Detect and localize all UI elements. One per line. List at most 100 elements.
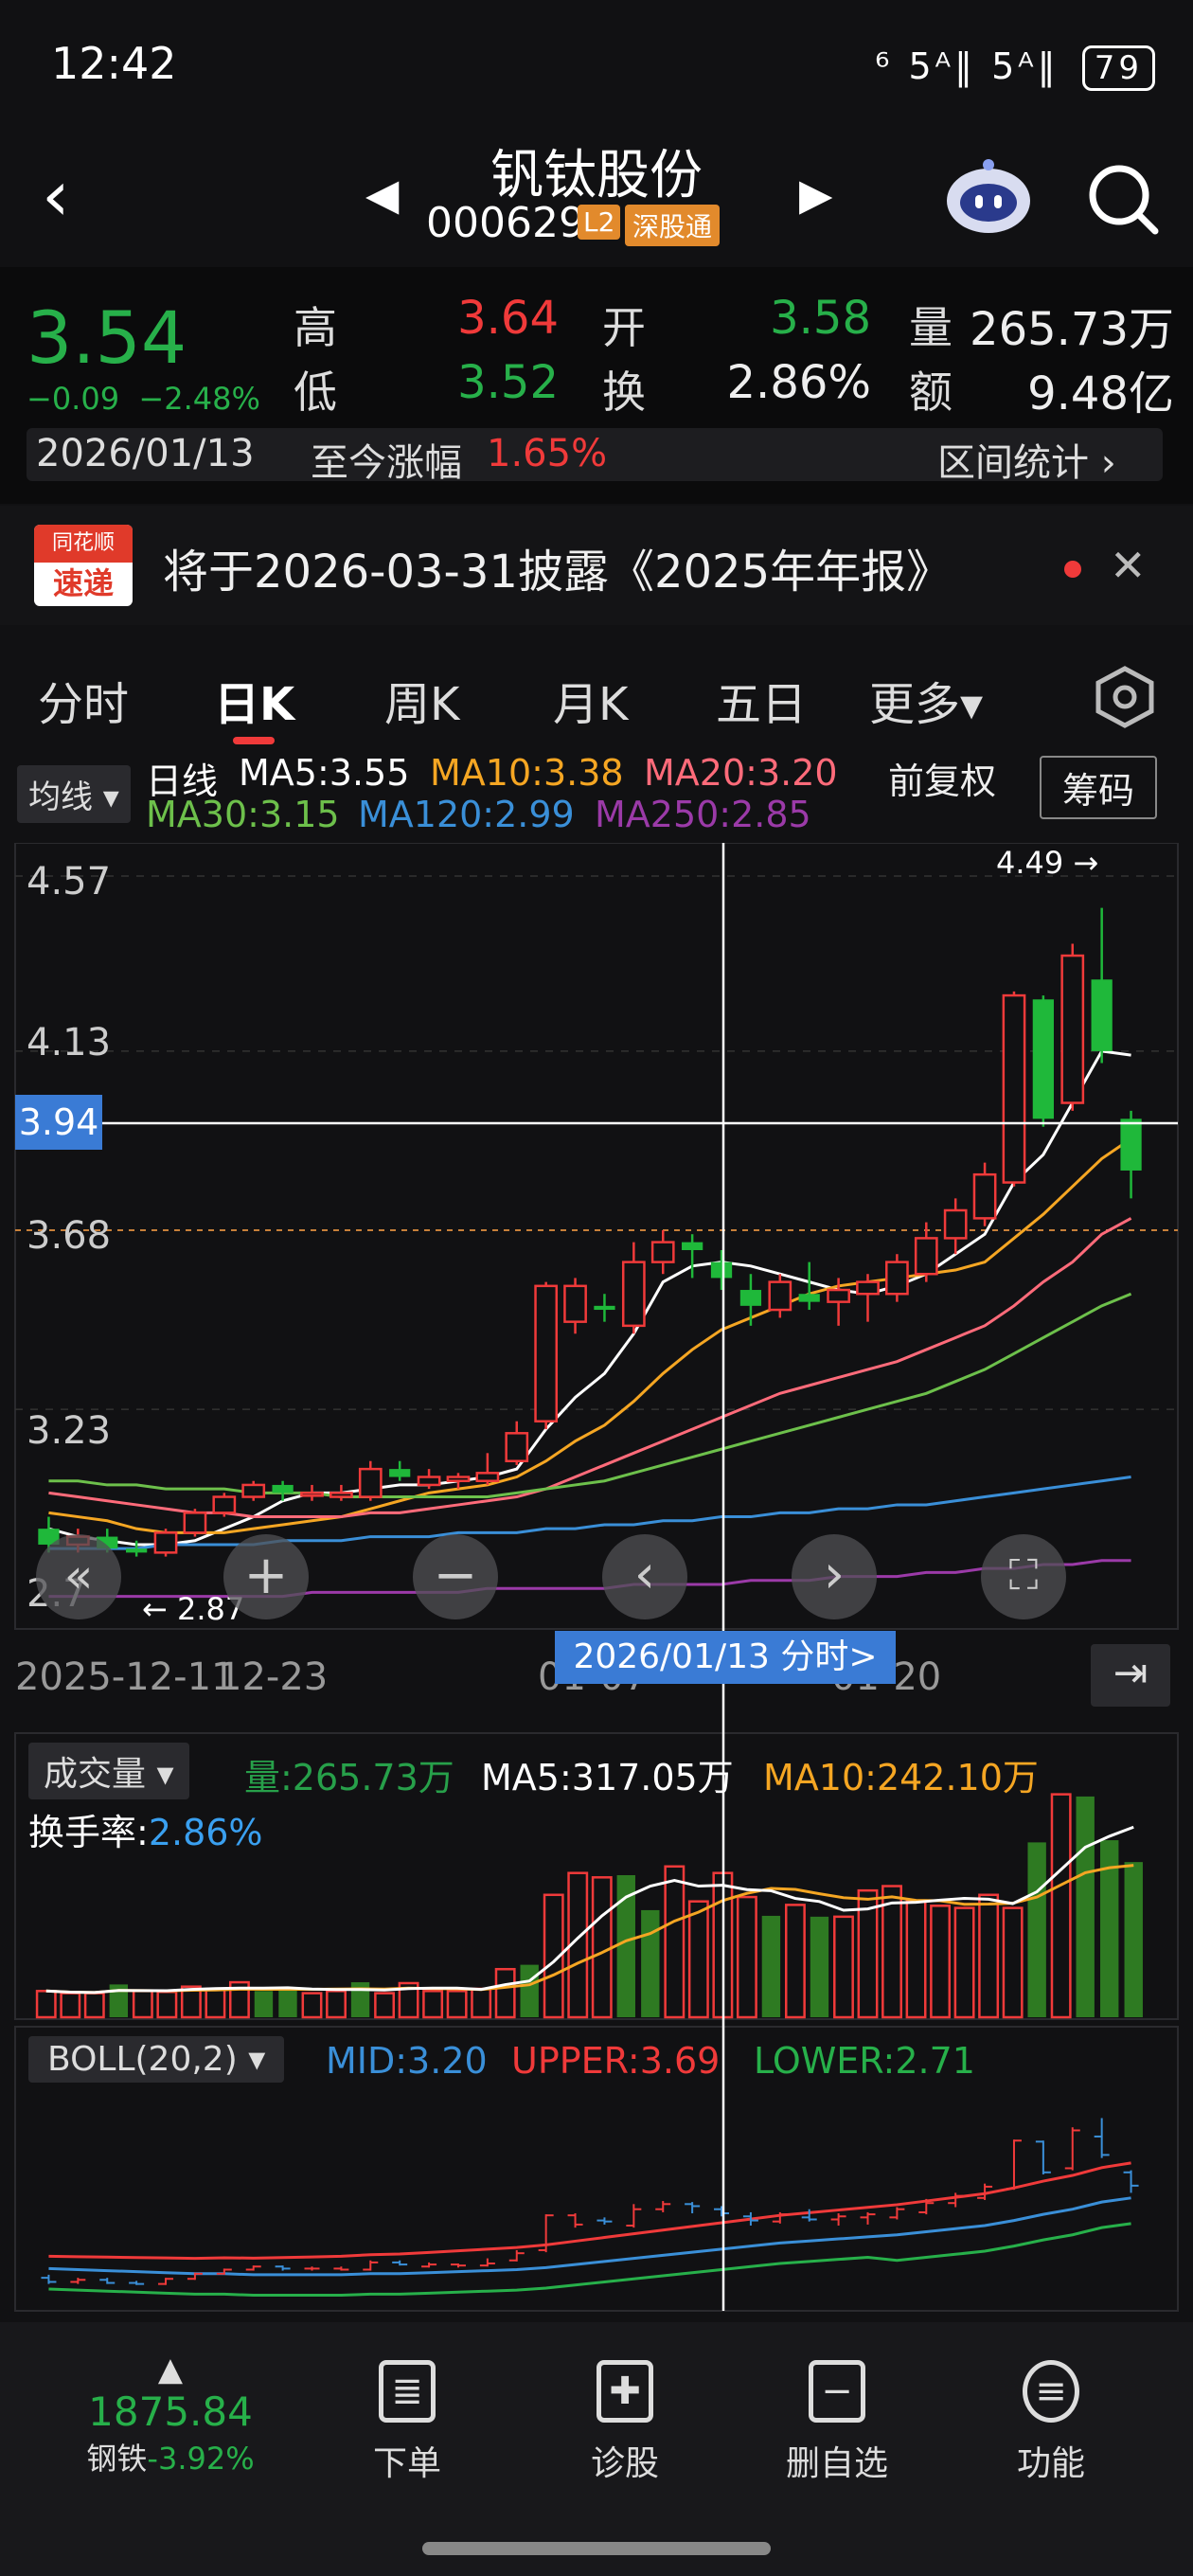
turnover-rate-label: 换手率:2.86% (28, 1803, 263, 1855)
x-tick-label: 2025-12-11 (15, 1655, 236, 1699)
diagnose-label: 诊股 (590, 2444, 659, 2483)
sector-index[interactable]: ▲ 1875.84 钢铁-3.92% (57, 2351, 284, 2478)
next-stock-icon[interactable]: ▶ (799, 169, 832, 220)
document-icon: ≣ (379, 2360, 436, 2423)
candle-body (943, 1208, 968, 1240)
cursor-date-label[interactable]: 2026/01/13 分时> (555, 1631, 896, 1684)
volume-bar (156, 1990, 178, 2019)
tab-five-day[interactable]: 五日 (716, 667, 807, 733)
range-stat-link[interactable]: 区间统计 › (937, 432, 1116, 487)
move-left-icon[interactable]: ‹ (602, 1534, 687, 1619)
volume-indicator-dropdown[interactable]: 成交量 ▾ (28, 1743, 189, 1799)
volume-bar (35, 1990, 57, 2019)
volume-ma5-value: MA5:317.05万 (481, 1757, 734, 1798)
since-percent: 1.65% (487, 432, 608, 475)
volume-bar (1050, 1793, 1072, 2019)
boll-upper-line (48, 2161, 1131, 2261)
cursor-price-label: 3.94 (15, 1095, 102, 1150)
robot-assistant-icon[interactable] (943, 157, 1034, 239)
move-right-icon[interactable]: › (792, 1534, 877, 1619)
volume-ma10-value: MA10:242.10万 (763, 1757, 1039, 1798)
candle-body (417, 1476, 441, 1487)
tab-monthly-k[interactable]: 月K (553, 667, 628, 733)
boll-mid-line (48, 2196, 1131, 2277)
chip-button[interactable]: 筹码 (1040, 756, 1158, 819)
remove-watchlist-button[interactable]: − 删自选 (742, 2360, 932, 2485)
tab-daily-k[interactable]: 日K (214, 667, 294, 733)
volume-bar (278, 1990, 297, 2017)
news-banner[interactable]: 同花顺 速递 将于2026-03-31披露《2025年年报》 ✕ (0, 506, 1193, 625)
indicator-dropdown[interactable]: 均线 ▾ (17, 765, 131, 823)
functions-button[interactable]: ≡ 功能 (956, 2360, 1146, 2485)
candle-body (1060, 954, 1085, 1104)
tab-intraday[interactable]: 分时 (38, 667, 129, 733)
volume-bar (132, 1990, 153, 2019)
quote-panel: 3.54 −0.09 −2.48% 高 3.64 低 3.52 开 3.58 换… (0, 267, 1193, 504)
status-bar: 12:42 ⁶ 5ᴬ‖ 5ᴬ‖ 79 (0, 0, 1193, 133)
close-icon[interactable]: ✕ (1110, 540, 1147, 591)
volume-bar (664, 1865, 686, 2019)
battery-icon: 79 (1081, 45, 1155, 91)
volume-bar (60, 1992, 81, 2019)
tab-weekly-k[interactable]: 周K (384, 667, 459, 733)
boll-lower-value: LOWER:2.71 (754, 2040, 975, 2082)
volume-bar (930, 1905, 952, 2019)
search-icon[interactable] (1083, 159, 1163, 239)
volume-bar (374, 1992, 396, 2019)
signal-icon: ⁶ 5ᴬ‖ 5ᴬ‖ (875, 45, 1059, 87)
current-price: 3.54 (27, 295, 187, 380)
news-logo: 同花顺 速递 (34, 525, 133, 606)
home-indicator[interactable] (422, 2542, 771, 2555)
unread-dot-icon (1064, 561, 1081, 578)
candle-body (272, 1484, 294, 1494)
volume-bar (422, 1990, 444, 2019)
range-stat-row[interactable]: 2026/01/13 至今涨幅 1.65% 区间统计 › (27, 428, 1163, 485)
connect-badge[interactable]: 深股通 (625, 205, 721, 246)
volume-bar (810, 1916, 829, 2017)
volume-bar (1002, 1906, 1024, 2019)
volume-bar (254, 1991, 274, 2017)
y-tick-label: 4.57 (27, 860, 112, 903)
candle-body (183, 1512, 207, 1534)
volume-label: 量 (909, 302, 953, 353)
candle-body (153, 1531, 178, 1554)
candle-body (914, 1237, 938, 1276)
remove-watchlist-label: 删自选 (785, 2444, 888, 2483)
order-button[interactable]: ≣ 下单 (312, 2360, 502, 2485)
volume-bar (761, 1915, 781, 2017)
volume-bar (494, 1967, 516, 2019)
range-stat-label: 区间统计 (937, 441, 1089, 485)
scroll-start-icon[interactable]: « (36, 1534, 121, 1619)
volume-bar (301, 1992, 323, 2019)
tab-more[interactable]: 更多▾ (869, 667, 983, 733)
candle-body (358, 1467, 383, 1498)
ma250-value: MA250:2.85 (595, 794, 811, 835)
candle-body (1002, 993, 1026, 1184)
candle-body (768, 1280, 792, 1312)
volume-bar (83, 1992, 105, 2019)
candle-body (241, 1483, 266, 1498)
news-text[interactable]: 将于2026-03-31披露《2025年年报》 (163, 534, 952, 600)
jump-latest-icon[interactable]: ⇥ (1091, 1644, 1170, 1707)
diagnose-button[interactable]: ✚ 诊股 (530, 2360, 720, 2485)
fullscreen-icon[interactable]: ⛶ (981, 1534, 1066, 1619)
status-icons: ⁶ 5ᴬ‖ 5ᴬ‖ 79 (875, 45, 1155, 91)
adjust-mode[interactable]: 前复权 (888, 752, 996, 804)
sector-name: 钢铁 (86, 2441, 148, 2477)
candle-body (475, 1472, 500, 1482)
zoom-out-icon[interactable]: − (413, 1534, 498, 1619)
l2-badge[interactable]: L2 (578, 205, 621, 240)
logo-top-text: 同花顺 (34, 525, 133, 563)
boll-indicator-dropdown[interactable]: BOLL(20,2) ▾ (28, 2036, 285, 2083)
amount-label: 额 (909, 367, 953, 418)
ma-line-ma10 (48, 1137, 1132, 1534)
stock-code: 000629 (426, 199, 585, 247)
active-tab-indicator (233, 737, 275, 744)
candle-body (798, 1294, 820, 1302)
volume-legend-value: 量:265.73万 (244, 1757, 454, 1798)
ma-line-ma20 (48, 1217, 1132, 1519)
menu-circle-icon: ≡ (1023, 2360, 1079, 2423)
settings-hexagon-icon[interactable] (1093, 665, 1157, 729)
zoom-in-icon[interactable]: + (223, 1534, 309, 1619)
candles (38, 907, 1142, 1557)
